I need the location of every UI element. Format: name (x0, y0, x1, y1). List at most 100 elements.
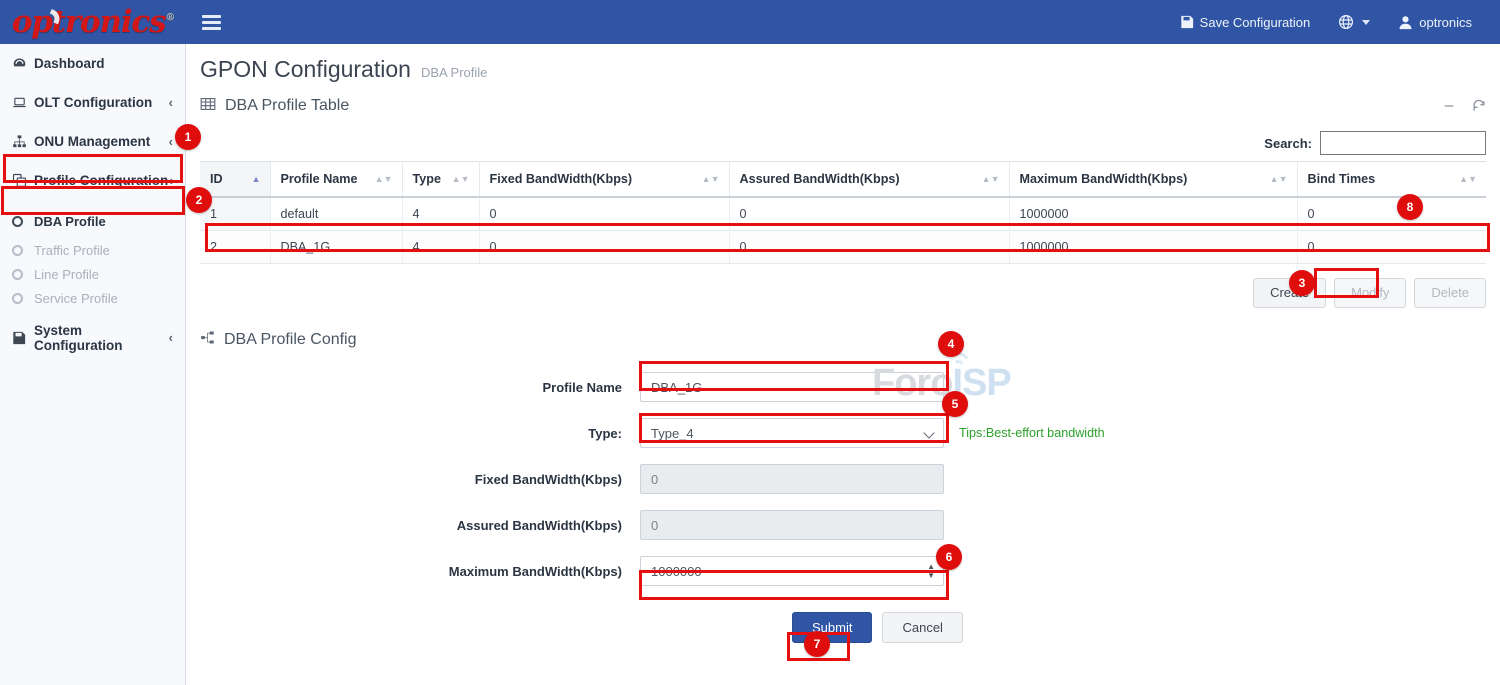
cell-maximum-bandwidth: 1000000 (1009, 197, 1297, 231)
sidebar-item-profile-configuration[interactable]: Profile Configuration ‹ (0, 161, 185, 200)
table-row[interactable]: 2 DBA_1G 4 0 0 1000000 0 (200, 231, 1486, 264)
cell-maximum-bandwidth: 1000000 (1009, 231, 1297, 264)
sidebar-item-dba-profile[interactable]: DBA Profile (0, 207, 185, 235)
form-panel-title: DBA Profile Config (224, 331, 357, 349)
breadcrumb: DBA Profile (421, 65, 487, 80)
column-header-assured-bandwidth[interactable]: Assured BandWidth(Kbps) ▲▼ (729, 162, 1009, 198)
maximum-bandwidth-label: Maximum BandWidth(Kbps) (200, 564, 640, 579)
circle-icon (12, 293, 34, 304)
cancel-button[interactable]: Cancel (882, 612, 962, 643)
dba-profile-table: ID ▲ Profile Name ▲▼ Type ▲▼ Fixed BandW… (200, 161, 1486, 264)
cell-id: 2 (200, 231, 270, 264)
sidebar-chevron: ‹ (169, 134, 173, 149)
type-tip: Tips:Best-effort bandwidth (959, 426, 1105, 440)
sidebar-subitem-label: DBA Profile (34, 214, 173, 229)
type-select[interactable] (640, 418, 944, 448)
sitemap-icon (12, 134, 34, 149)
top-navbar: optronics® Save Configuration optronics (0, 0, 1500, 44)
brand-logo-text: optronics® (12, 7, 174, 38)
sidebar-subitem-label: Traffic Profile (34, 243, 173, 258)
cell-type: 4 (402, 231, 479, 264)
hamburger-icon[interactable] (202, 11, 224, 33)
sidebar-item-olt-configuration[interactable]: OLT Configuration ‹ (0, 83, 185, 122)
laptop-icon (12, 95, 34, 110)
main-content: GPON Configuration DBA Profile DBA Profi… (186, 44, 1500, 685)
sidebar-item-system-configuration[interactable]: System Configuration ‹ (0, 318, 185, 357)
form-row-assured-bandwidth: Assured BandWidth(Kbps) (200, 510, 1486, 540)
sitemap-icon (200, 330, 215, 350)
user-icon (1398, 15, 1413, 30)
page-header: GPON Configuration DBA Profile (186, 44, 1500, 89)
delete-button[interactable]: Delete (1414, 278, 1486, 308)
form-row-fixed-bandwidth: Fixed BandWidth(Kbps) (200, 464, 1486, 494)
cell-assured-bandwidth: 0 (729, 197, 1009, 231)
sort-icon: ▲▼ (1270, 175, 1288, 183)
refresh-icon[interactable] (1472, 99, 1486, 113)
create-button[interactable]: Create (1253, 278, 1326, 308)
form-row-type: Type: Tips:Best-effort bandwidth (200, 418, 1486, 448)
column-header-id[interactable]: ID ▲ (200, 162, 270, 198)
cell-bind-times: 0 (1297, 197, 1486, 231)
sidebar-item-dashboard[interactable]: Dashboard (0, 44, 185, 83)
table-row[interactable]: 1 default 4 0 0 1000000 0 (200, 197, 1486, 231)
assured-bandwidth-input (640, 510, 944, 540)
modify-button[interactable]: Modify (1334, 278, 1406, 308)
sidebar-chevron: ‹ (169, 330, 173, 345)
sidebar-chevron: ‹ (169, 173, 173, 188)
cell-type: 4 (402, 197, 479, 231)
globe-icon (1338, 14, 1354, 30)
sidebar-item-label: Dashboard (34, 56, 173, 71)
cell-profile-name: DBA_1G (270, 231, 402, 264)
search-label: Search: (1264, 136, 1312, 151)
navbar-right: Save Configuration optronics (1166, 0, 1500, 44)
form-panel-header: DBA Profile Config (200, 324, 1486, 356)
column-header-maximum-bandwidth[interactable]: Maximum BandWidth(Kbps) ▲▼ (1009, 162, 1297, 198)
table-header-row: ID ▲ Profile Name ▲▼ Type ▲▼ Fixed BandW… (200, 162, 1486, 198)
user-menu[interactable]: optronics (1384, 0, 1486, 44)
circle-icon (12, 269, 34, 280)
form-row-profile-name: Profile Name (200, 372, 1486, 402)
fixed-bandwidth-label: Fixed BandWidth(Kbps) (200, 472, 640, 487)
brand-logo[interactable]: optronics® (0, 0, 186, 44)
cell-fixed-bandwidth: 0 (479, 231, 729, 264)
sidebar-item-service-profile[interactable]: Service Profile (0, 286, 185, 310)
sort-icon: ▲▼ (702, 175, 720, 183)
sidebar: Dashboard OLT Configuration ‹ ONU Manage… (0, 44, 186, 685)
profile-name-input[interactable] (640, 372, 944, 402)
profile-name-label: Profile Name (200, 380, 640, 395)
circle-icon (12, 245, 34, 256)
chevron-down-icon (1362, 20, 1370, 25)
sidebar-item-onu-management[interactable]: ONU Management ‹ (0, 122, 185, 161)
sidebar-item-label: OLT Configuration (34, 95, 169, 110)
circle-icon (12, 216, 34, 227)
sidebar-item-label: ONU Management (34, 134, 169, 149)
sidebar-chevron: ‹ (169, 95, 173, 110)
submit-button[interactable]: Submit (792, 612, 872, 643)
column-header-fixed-bandwidth[interactable]: Fixed BandWidth(Kbps) ▲▼ (479, 162, 729, 198)
table-icon (200, 96, 216, 117)
column-header-bind-times[interactable]: Bind Times ▲▼ (1297, 162, 1486, 198)
username-label: optronics (1419, 15, 1472, 30)
sidebar-item-label: Profile Configuration (34, 173, 169, 188)
cell-bind-times: 0 (1297, 231, 1486, 264)
sidebar-item-traffic-profile[interactable]: Traffic Profile (0, 238, 185, 262)
cell-profile-name: default (270, 197, 402, 231)
maximum-bandwidth-input[interactable] (640, 556, 944, 586)
clone-icon (12, 173, 34, 188)
sidebar-item-line-profile[interactable]: Line Profile (0, 262, 185, 286)
table-panel-title: DBA Profile Table (225, 97, 349, 115)
cell-id: 1 (200, 197, 270, 231)
search-input[interactable] (1320, 131, 1486, 155)
column-header-profile-name[interactable]: Profile Name ▲▼ (270, 162, 402, 198)
sidebar-item-label: System Configuration (34, 323, 169, 353)
fixed-bandwidth-input (640, 464, 944, 494)
save-configuration-label: Save Configuration (1200, 15, 1311, 30)
sort-icon: ▲▼ (982, 175, 1000, 183)
minimize-icon[interactable] (1442, 99, 1456, 113)
save-configuration-button[interactable]: Save Configuration (1166, 0, 1325, 44)
column-header-type[interactable]: Type ▲▼ (402, 162, 479, 198)
sort-asc-icon: ▲ (252, 175, 261, 183)
form-buttons: Submit Cancel (200, 612, 1486, 643)
sort-icon: ▲▼ (452, 175, 470, 183)
language-selector[interactable] (1324, 0, 1384, 44)
